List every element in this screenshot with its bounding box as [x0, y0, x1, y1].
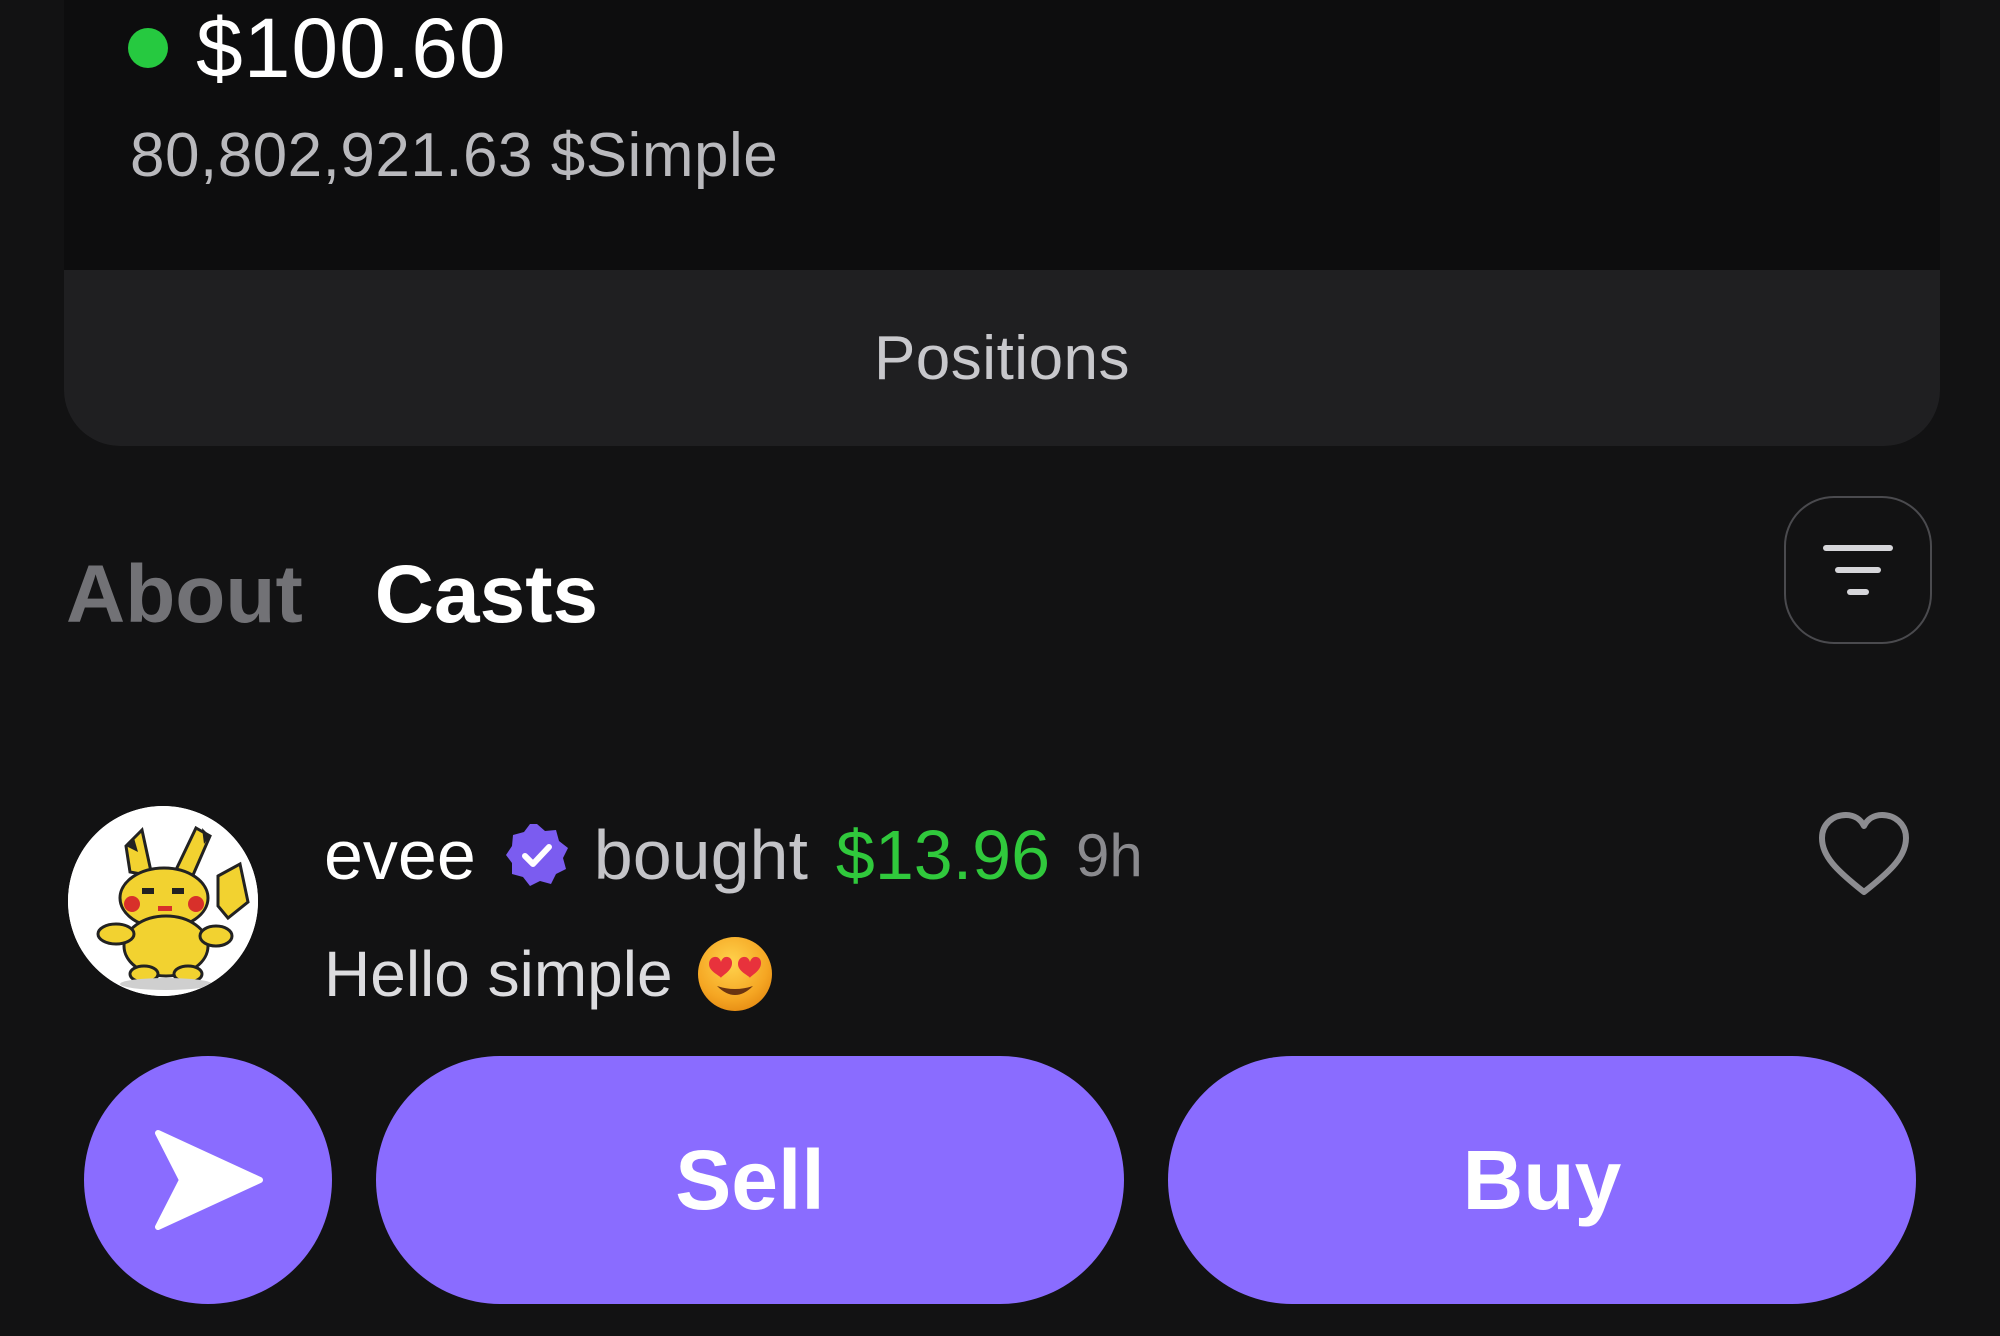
buy-label: Buy — [1462, 1132, 1622, 1227]
verified-badge-icon — [504, 822, 570, 888]
cast-amount: $13.96 — [835, 816, 1051, 894]
action-bar: Sell Buy — [0, 1040, 2000, 1336]
filter-icon — [1823, 545, 1893, 595]
status-dot — [128, 28, 168, 68]
send-icon — [155, 1130, 263, 1230]
tab-bar: About Casts — [66, 540, 670, 650]
buy-button[interactable]: Buy — [1168, 1056, 1916, 1304]
token-amount: 80,802,921.63 $Simple — [130, 121, 779, 190]
cast-action: bought — [593, 816, 808, 894]
sell-label: Sell — [675, 1132, 825, 1227]
pikachu-avatar-icon — [68, 806, 258, 996]
cast-username[interactable]: evee — [324, 815, 476, 895]
balance-card: $100.60 80,802,921.63 $Simple Positions — [64, 0, 1940, 446]
balance-row: $100.60 — [128, 0, 507, 96]
balance-value: $100.60 — [196, 0, 507, 95]
positions-button[interactable]: Positions — [64, 270, 1940, 446]
heart-icon — [1819, 812, 1909, 895]
cast-header: evee bought $13.96 9h — [324, 800, 1143, 910]
sell-button[interactable]: Sell — [376, 1056, 1124, 1304]
avatar[interactable] — [68, 806, 258, 996]
cast-body: Hello simple — [324, 924, 775, 1024]
tab-about[interactable]: About — [66, 548, 303, 642]
cast-time: 9h — [1076, 821, 1143, 889]
cast-text: Hello simple — [324, 938, 673, 1010]
positions-label: Positions — [873, 323, 1131, 393]
heart-eyes-emoji-icon — [697, 937, 772, 1011]
send-button[interactable] — [84, 1056, 332, 1304]
like-button[interactable] — [1816, 810, 1912, 900]
token-screen: $100.60 80,802,921.63 $Simple Positions … — [0, 0, 2000, 1336]
filter-button[interactable] — [1784, 496, 1932, 644]
tab-casts[interactable]: Casts — [375, 548, 598, 642]
